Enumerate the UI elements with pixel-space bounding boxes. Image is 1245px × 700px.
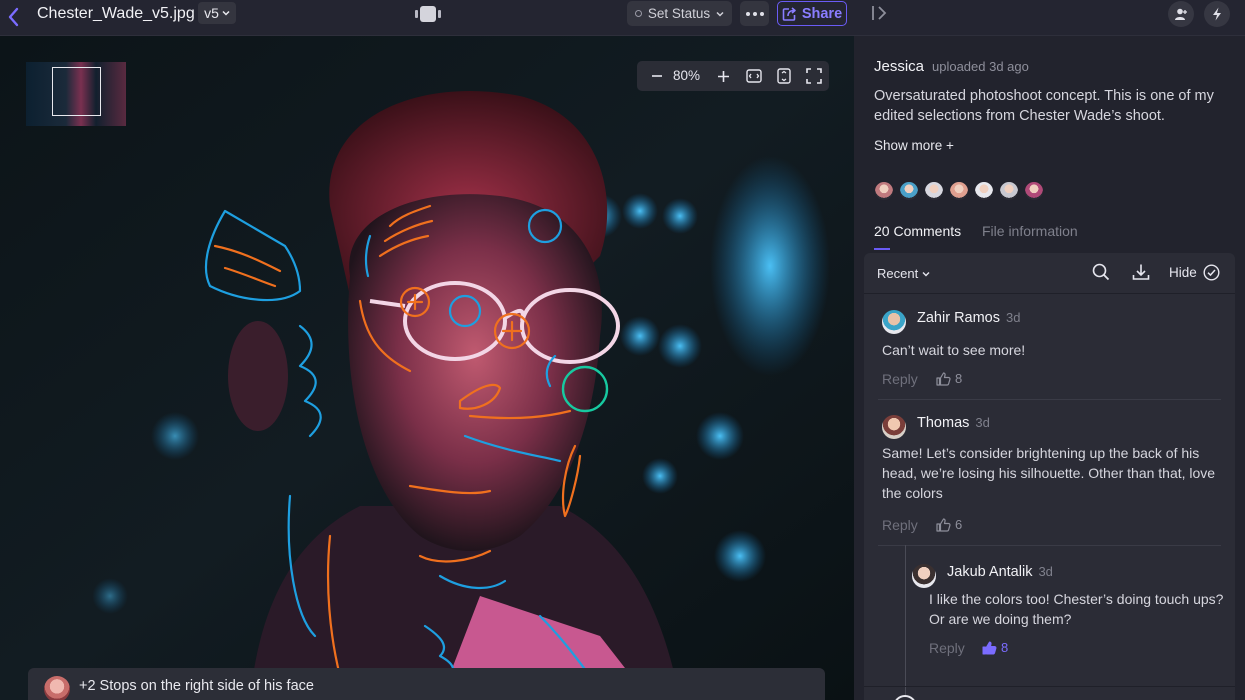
invite-user-button[interactable]: [1168, 1, 1194, 27]
reply-button[interactable]: Reply: [882, 371, 918, 387]
compare-versions-icon[interactable]: [414, 4, 442, 24]
tab-comments[interactable]: 20 Comments: [874, 223, 961, 239]
viewer-avatar[interactable]: [1024, 181, 1044, 201]
zoom-in-button[interactable]: [711, 61, 735, 91]
thumbs-up-icon: [936, 371, 951, 386]
comment-time: 3d: [975, 415, 990, 430]
avatar[interactable]: [882, 415, 906, 439]
search-icon[interactable]: [1092, 263, 1110, 281]
comment-author[interactable]: Zahir Ramos 3d: [917, 310, 1020, 326]
fit-width-icon: [746, 69, 762, 83]
chevron-down-icon: [716, 11, 724, 17]
fit-height-icon: [777, 68, 791, 84]
reply-button[interactable]: Reply: [882, 517, 918, 533]
active-tab-indicator: [874, 248, 890, 250]
viewer-avatar[interactable]: [874, 181, 894, 201]
file-name: Chester_Wade_v5.jpg: [37, 5, 195, 22]
comments-list[interactable]: Recent Hide Zahir Ramos 3d Can’t wait to …: [864, 253, 1235, 700]
sort-dropdown[interactable]: Recent: [877, 266, 930, 281]
like-button[interactable]: 6: [936, 517, 962, 532]
comment-body: Same! Let’s consider brightening up the …: [882, 445, 1216, 501]
status-label: Set Status: [647, 6, 711, 21]
zoom-toolbar: 80%: [637, 61, 829, 91]
zoom-out-button[interactable]: [645, 61, 669, 91]
like-count: 8: [955, 371, 963, 386]
comment-author[interactable]: Jakub Antalik 3d: [947, 564, 1053, 580]
hide-label: Hide: [1169, 265, 1197, 280]
show-more-link[interactable]: Show more +: [874, 138, 954, 153]
uploader-name[interactable]: Jessica: [874, 58, 924, 75]
download-icon[interactable]: [1132, 263, 1150, 281]
like-button[interactable]: 8: [982, 640, 1008, 655]
status-dot-icon: [634, 10, 642, 17]
quick-actions-button[interactable]: [1204, 1, 1230, 27]
hide-comments-button[interactable]: Hide: [1169, 264, 1220, 281]
divider: [864, 686, 1235, 687]
comment-item[interactable]: Thomas 3d Same! Let’s consider brightenin…: [864, 400, 1235, 545]
comment-author[interactable]: Thomas 3d: [917, 415, 990, 431]
upload-time: uploaded 3d ago: [932, 59, 1029, 74]
version-dropdown[interactable]: v5: [198, 2, 236, 24]
reply-item[interactable]: Jakub Antalik 3d I like the colors too! C…: [894, 546, 1235, 686]
chevron-down-icon: [222, 10, 230, 16]
fit-height-button[interactable]: [772, 61, 796, 91]
annotation-text: +2 Stops on the right side of his face: [79, 678, 314, 694]
annotation-preview[interactable]: +2 Stops on the right side of his face: [28, 668, 825, 700]
thumbs-up-filled-icon: [982, 641, 997, 654]
comments-sidebar: Jessica uploaded 3d ago Oversaturated ph…: [854, 36, 1245, 700]
zoom-level[interactable]: 80%: [673, 68, 700, 83]
viewport-frame[interactable]: [52, 67, 101, 116]
thumbs-up-icon: [936, 517, 951, 532]
comment-time: 3d: [1006, 310, 1021, 325]
avatar[interactable]: [912, 564, 936, 588]
top-bar: Chester_Wade_v5.jpg v5 Set Status Share: [0, 0, 1245, 36]
like-count: 8: [1001, 640, 1009, 655]
user-add-icon: [1175, 8, 1187, 20]
viewer-avatars: [874, 181, 1044, 201]
image-viewer[interactable]: 80% +2 Stops on the right side of his fa…: [0, 36, 854, 700]
lightning-icon: [1213, 7, 1221, 21]
viewer-avatar[interactable]: [974, 181, 994, 201]
viewer-avatar[interactable]: [899, 181, 919, 201]
share-label: Share: [801, 5, 843, 22]
collapse-panel-icon[interactable]: [870, 3, 892, 23]
photo-canvas[interactable]: [0, 36, 854, 700]
avatar[interactable]: [882, 310, 906, 334]
like-button[interactable]: 8: [936, 371, 962, 386]
reply-button[interactable]: Reply: [929, 640, 965, 656]
viewer-avatar[interactable]: [949, 181, 969, 201]
comment-time: 3d: [1038, 564, 1053, 579]
more-options-button[interactable]: [740, 1, 769, 26]
chevron-down-icon: [922, 271, 930, 276]
sort-label: Recent: [877, 266, 919, 281]
avatar: [44, 676, 70, 700]
back-chevron-icon[interactable]: [6, 4, 22, 30]
plus-icon: [717, 70, 729, 82]
set-status-button[interactable]: Set Status: [627, 1, 732, 26]
share-button[interactable]: Share: [777, 1, 847, 26]
avatar[interactable]: [893, 695, 917, 700]
fullscreen-icon: [806, 68, 822, 84]
comment-body: I like the colors too! Chester’s doing t…: [929, 591, 1224, 627]
fullscreen-button[interactable]: [802, 61, 826, 91]
navigator-thumbnail[interactable]: [26, 62, 126, 126]
comment-body: Can’t wait to see more!: [882, 342, 1026, 358]
comment-item[interactable]: Zahir Ramos 3d Can’t wait to see more! Re…: [864, 294, 1235, 399]
tab-file-information[interactable]: File information: [982, 223, 1078, 239]
viewer-avatar[interactable]: [999, 181, 1019, 201]
file-description: Oversaturated photoshoot concept. This i…: [874, 88, 1214, 124]
fit-width-button[interactable]: [742, 61, 766, 91]
minus-icon: [652, 75, 662, 77]
check-circle-icon: [1203, 264, 1220, 281]
viewer-avatar[interactable]: [924, 181, 944, 201]
share-icon: [782, 6, 796, 21]
like-count: 6: [955, 517, 963, 532]
version-label: v5: [204, 5, 219, 21]
